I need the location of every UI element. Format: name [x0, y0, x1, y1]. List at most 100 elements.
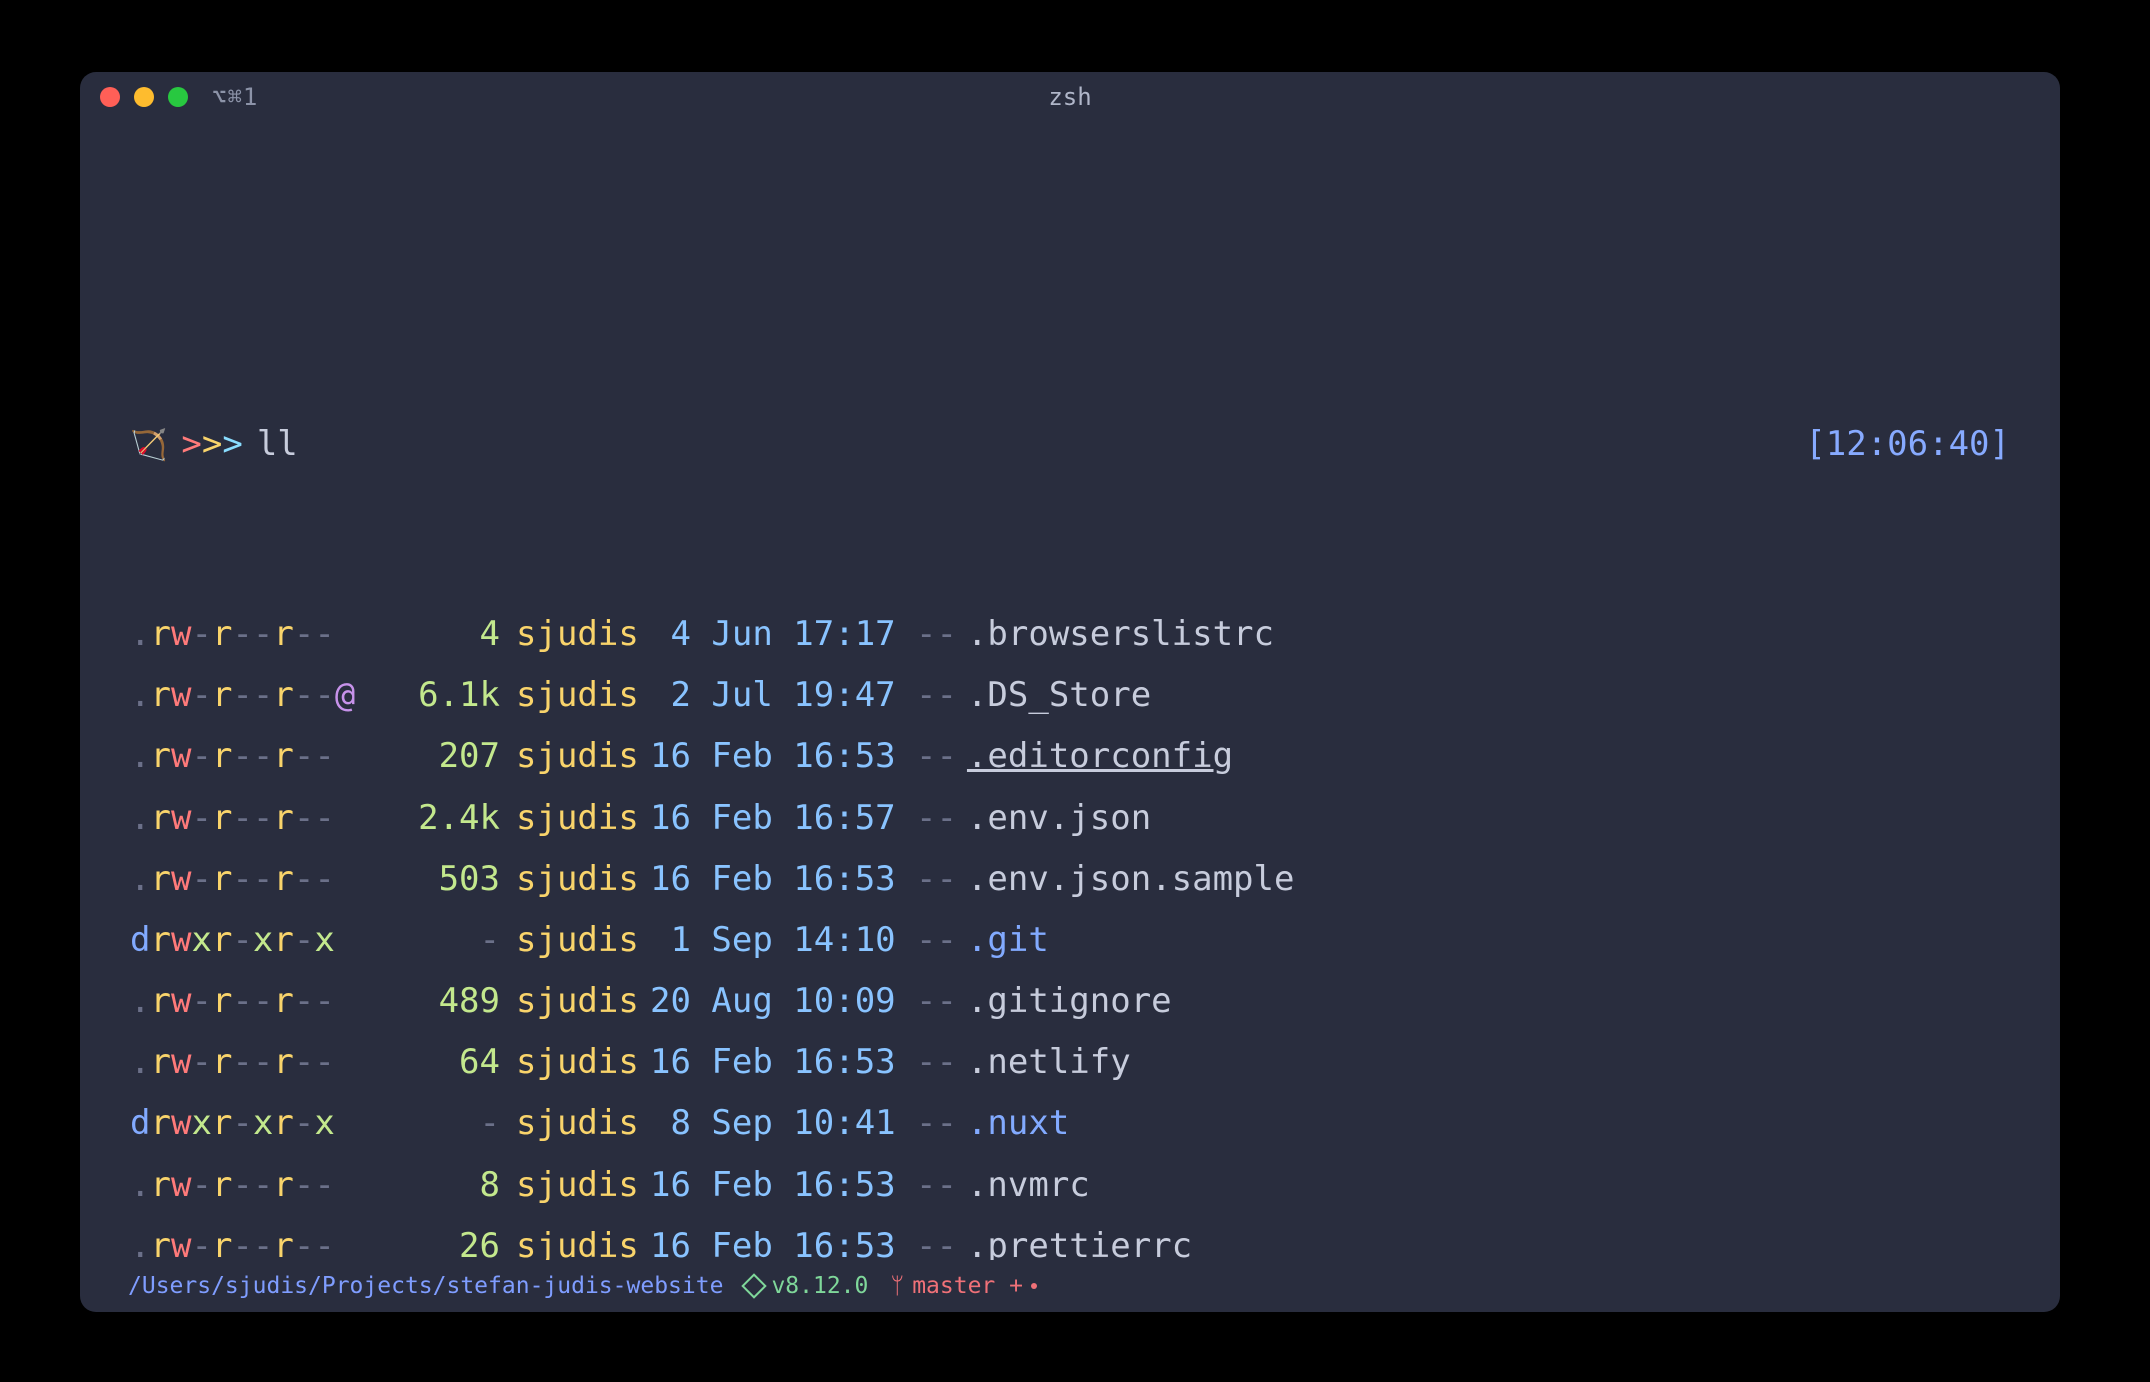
file-date: 16 Feb 16:57 [650, 788, 910, 849]
list-item: .rw-r--r--26sjudis16 Feb 16:53--.prettie… [130, 1216, 2010, 1260]
file-owner: sjudis [500, 1032, 650, 1093]
list-item: .rw-r--r--503sjudis16 Feb 16:53--.env.js… [130, 849, 2010, 910]
file-size: 26 [390, 1216, 500, 1260]
prompt-emoji-icon: 🏹 [130, 419, 167, 473]
node-hex-icon [742, 1273, 767, 1298]
file-date: 20 Aug 10:09 [650, 971, 910, 1032]
file-date: 16 Feb 16:53 [650, 1032, 910, 1093]
permissions: drwxr-xr-x [130, 910, 390, 971]
status-node: v8.12.0 [745, 1273, 868, 1299]
file-name: .git [967, 910, 1049, 971]
file-name: .browserslistrc [967, 604, 1274, 665]
file-owner: sjudis [500, 1216, 650, 1260]
terminal-body[interactable]: 🏹 >>> ll [12:06:40] .rw-r--r--4sjudis 4 … [80, 122, 2060, 1260]
separator: -- [910, 1032, 967, 1093]
separator: -- [910, 1093, 967, 1154]
file-name: .prettierrc [967, 1216, 1192, 1260]
file-owner: sjudis [500, 604, 650, 665]
separator: -- [910, 604, 967, 665]
file-name: .nuxt [967, 1093, 1069, 1154]
timestamp: [12:06:40] [1805, 414, 2010, 475]
list-item: .rw-r--r--8sjudis16 Feb 16:53--.nvmrc [130, 1155, 2010, 1216]
tab-label: ⌥⌘1 [212, 83, 258, 111]
prompt-row: 🏹 >>> ll [12:06:40] [130, 414, 2010, 475]
status-bar: /Users/sjudis/Projects/stefan-judis-webs… [80, 1260, 2060, 1312]
file-name: .gitignore [967, 971, 1172, 1032]
git-branch-icon: ᛘ [890, 1273, 904, 1299]
file-owner: sjudis [500, 665, 650, 726]
file-size: 2.4k [390, 788, 500, 849]
separator: -- [910, 665, 967, 726]
separator: -- [910, 849, 967, 910]
window-title: zsh [80, 83, 2060, 111]
file-owner: sjudis [500, 971, 650, 1032]
file-date: 8 Sep 10:41 [650, 1093, 910, 1154]
file-size: 4 [390, 604, 500, 665]
traffic-lights [100, 87, 188, 107]
file-date: 16 Feb 16:53 [650, 1216, 910, 1260]
node-version: v8.12.0 [771, 1273, 868, 1299]
file-owner: sjudis [500, 849, 650, 910]
file-owner: sjudis [500, 1093, 650, 1154]
status-path: /Users/sjudis/Projects/stefan-judis-webs… [128, 1273, 723, 1299]
file-owner: sjudis [500, 726, 650, 787]
separator: -- [910, 1216, 967, 1260]
file-date: 2 Jul 19:47 [650, 665, 910, 726]
file-size: 207 [390, 726, 500, 787]
file-name: .editorconfig [967, 726, 1233, 787]
git-branch: master + [912, 1273, 1023, 1299]
file-size: 6.1k [390, 665, 500, 726]
file-name: .DS_Store [967, 665, 1151, 726]
minimize-icon[interactable] [134, 87, 154, 107]
permissions: .rw-r--r-- [130, 1155, 390, 1216]
zoom-icon[interactable] [168, 87, 188, 107]
file-date: 16 Feb 16:53 [650, 1155, 910, 1216]
list-item: .rw-r--r--64sjudis16 Feb 16:53--.netlify [130, 1032, 2010, 1093]
close-icon[interactable] [100, 87, 120, 107]
list-item: .rw-r--r--@6.1ksjudis 2 Jul 19:47--.DS_S… [130, 665, 2010, 726]
permissions: .rw-r--r-- [130, 971, 390, 1032]
separator: -- [910, 726, 967, 787]
permissions: .rw-r--r--@ [130, 665, 390, 726]
permissions: .rw-r--r-- [130, 1032, 390, 1093]
file-size: 503 [390, 849, 500, 910]
file-name: .env.json.sample [967, 849, 1295, 910]
titlebar: ⌥⌘1 zsh [80, 72, 2060, 122]
file-date: 1 Sep 14:10 [650, 910, 910, 971]
permissions: .rw-r--r-- [130, 604, 390, 665]
file-owner: sjudis [500, 1155, 650, 1216]
separator: -- [910, 971, 967, 1032]
file-size: - [390, 1093, 500, 1154]
file-size: 8 [390, 1155, 500, 1216]
file-date: 16 Feb 16:53 [650, 849, 910, 910]
separator: -- [910, 788, 967, 849]
permissions: .rw-r--r-- [130, 1216, 390, 1260]
permissions: .rw-r--r-- [130, 726, 390, 787]
file-name: .netlify [967, 1032, 1131, 1093]
prompt-chevrons: >>> [181, 414, 242, 475]
file-name: .env.json [967, 788, 1151, 849]
file-owner: sjudis [500, 788, 650, 849]
git-dirty-dot-icon [1031, 1283, 1037, 1289]
list-item: drwxr-xr-x-sjudis 8 Sep 10:41--.nuxt [130, 1093, 2010, 1154]
list-item: .rw-r--r--4sjudis 4 Jun 17:17--.browsers… [130, 604, 2010, 665]
list-item: .rw-r--r--207sjudis16 Feb 16:53--.editor… [130, 726, 2010, 787]
list-item: .rw-r--r--2.4ksjudis16 Feb 16:57--.env.j… [130, 788, 2010, 849]
separator: -- [910, 1155, 967, 1216]
permissions: drwxr-xr-x [130, 1093, 390, 1154]
list-item: drwxr-xr-x-sjudis 1 Sep 14:10--.git [130, 910, 2010, 971]
list-item: .rw-r--r--489sjudis20 Aug 10:09--.gitign… [130, 971, 2010, 1032]
file-listing: .rw-r--r--4sjudis 4 Jun 17:17--.browsers… [130, 604, 2010, 1260]
status-git: ᛘ master + [890, 1273, 1037, 1299]
separator: -- [910, 910, 967, 971]
terminal-window[interactable]: ⌥⌘1 zsh 🏹 >>> ll [12:06:40] .rw-r--r--4s… [80, 72, 2060, 1312]
file-date: 4 Jun 17:17 [650, 604, 910, 665]
command-text: ll [257, 414, 298, 475]
permissions: .rw-r--r-- [130, 788, 390, 849]
file-date: 16 Feb 16:53 [650, 726, 910, 787]
file-name: .nvmrc [967, 1155, 1090, 1216]
file-owner: sjudis [500, 910, 650, 971]
file-size: 489 [390, 971, 500, 1032]
permissions: .rw-r--r-- [130, 849, 390, 910]
file-size: - [390, 910, 500, 971]
